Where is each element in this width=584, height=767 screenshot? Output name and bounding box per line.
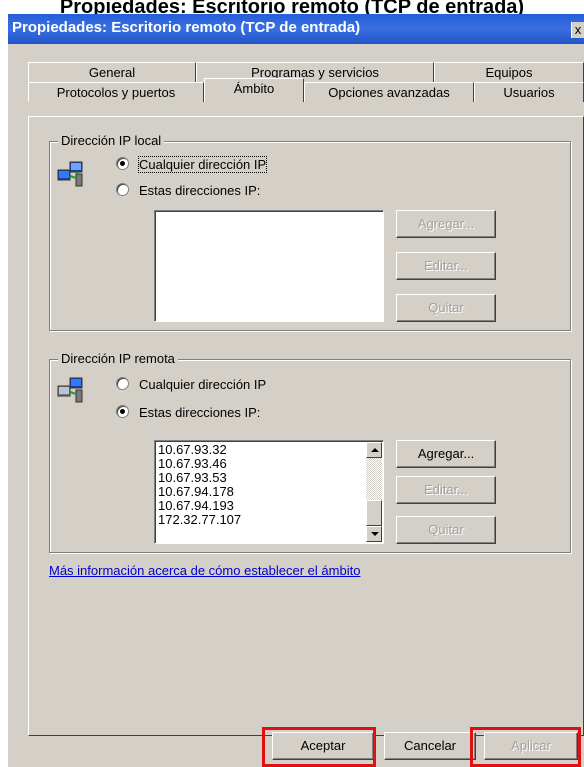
tab-usuarios[interactable]: Usuarios [474,82,584,102]
list-item[interactable]: 10.67.94.178 [155,485,383,499]
remote-add-button[interactable]: Agregar... [396,440,496,468]
local-these-ip-label: Estas direcciones IP: [139,183,261,198]
local-any-ip-label: Cualquier dirección IP [137,156,268,173]
local-edit-button[interactable]: Editar... [396,252,496,280]
list-item[interactable]: 10.67.93.53 [155,471,383,485]
arrow-down-icon [371,532,379,536]
tab-panel-ambito: Dirección IP local Cualquier dirección I… [28,116,584,736]
remote-edit-button[interactable]: Editar... [396,476,496,504]
local-ip-legend: Dirección IP local [58,133,165,148]
remote-any-ip-radio[interactable]: Cualquier dirección IP [116,376,266,394]
list-item[interactable]: 172.32.77.107 [155,513,383,527]
close-icon[interactable]: x [571,22,584,38]
tab-opciones-avanzadas[interactable]: Opciones avanzadas [304,82,474,102]
radio-unchecked-icon [116,377,129,390]
remote-these-ip-label: Estas direcciones IP: [139,405,261,420]
apply-highlight-box [470,727,581,767]
radio-checked-icon [116,157,129,170]
list-item[interactable]: 10.67.93.46 [155,457,383,471]
radio-checked-icon [116,405,129,418]
tab-equipos[interactable]: Equipos [434,62,584,82]
tab-protocolos-y-puertos[interactable]: Protocolos y puertos [28,82,204,102]
remote-list-scrollbar[interactable] [366,442,382,542]
list-item[interactable]: 10.67.94.193 [155,499,383,513]
properties-dialog: Propiedades: Escritorio remoto (TCP de e… [6,14,584,767]
local-add-button[interactable]: Agregar... [396,210,496,238]
tab-ambito[interactable]: Ámbito [204,78,304,102]
scroll-up-button[interactable] [366,442,382,458]
title-bar: Propiedades: Escritorio remoto (TCP de e… [8,14,584,44]
remote-ip-list[interactable]: 10.67.93.32 10.67.93.46 10.67.93.53 10.6… [154,440,384,544]
remote-remove-button[interactable]: Quitar [396,516,496,544]
cancel-button[interactable]: Cancelar [384,732,476,760]
radio-unchecked-icon [116,183,129,196]
remote-these-ip-radio[interactable]: Estas direcciones IP: [116,404,260,422]
remote-ip-group: Dirección IP remota Cualquier dirección … [49,351,571,553]
window-title: Propiedades: Escritorio remoto (TCP de e… [12,19,361,36]
local-ip-group: Dirección IP local Cualquier dirección I… [49,133,571,331]
ok-highlight-box [262,727,376,767]
list-item[interactable]: 10.67.93.32 [155,443,383,457]
remote-any-ip-label: Cualquier dirección IP [139,377,267,392]
arrow-up-icon [371,448,379,452]
local-any-ip-radio[interactable]: Cualquier dirección IP [116,156,268,174]
local-these-ip-radio[interactable]: Estas direcciones IP: [116,182,260,200]
network-computers-icon [57,161,83,187]
local-ip-list[interactable] [154,210,384,322]
network-computers-icon [57,377,83,403]
scope-help-link[interactable]: Más información acerca de cómo establece… [49,563,360,578]
scroll-down-button[interactable] [366,526,382,542]
scroll-thumb[interactable] [366,500,382,526]
remote-ip-legend: Dirección IP remota [58,351,178,366]
local-remove-button[interactable]: Quitar [396,294,496,322]
tab-general[interactable]: General [28,62,196,82]
